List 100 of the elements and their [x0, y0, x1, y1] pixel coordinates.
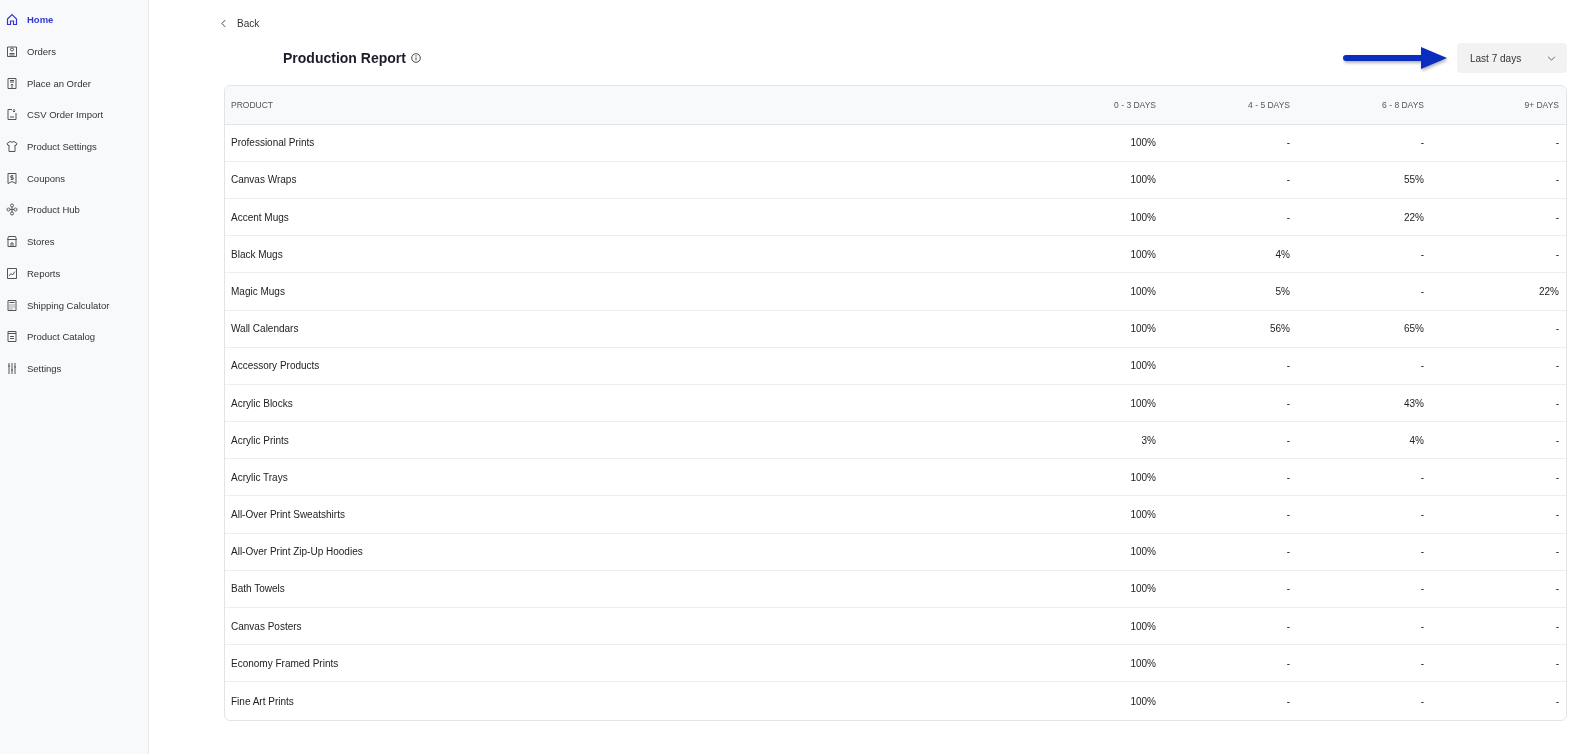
percentage-value: -	[1555, 434, 1559, 446]
date-range-dropdown[interactable]: Last 7 days	[1457, 43, 1567, 73]
percentage-value: -	[1555, 471, 1559, 483]
chevron-left-icon	[221, 18, 226, 28]
chart-icon	[6, 266, 18, 280]
chevron-down-icon	[1547, 55, 1556, 61]
percentage-value: -	[1286, 620, 1290, 632]
percentage-value: -	[1286, 471, 1290, 483]
percentage-value: 65%	[1404, 323, 1424, 335]
percentage-value: -	[1555, 546, 1559, 558]
percentage-value: -	[1420, 248, 1424, 260]
product-name: Professional Prints	[231, 137, 315, 149]
sidebar-item[interactable]: Orders	[0, 35, 148, 68]
sidebar-item[interactable]: CSV Order Import	[0, 99, 148, 131]
calculator-icon	[6, 298, 18, 312]
home-icon	[6, 13, 18, 27]
percentage-value: -	[1286, 211, 1290, 223]
column-header: 4 - 5 DAYS	[1248, 99, 1290, 110]
percentage-value: -	[1420, 620, 1424, 632]
percentage-value: -	[1555, 323, 1559, 335]
file-icon	[6, 108, 18, 122]
product-name: Accent Mugs	[231, 211, 289, 223]
sidebar-item[interactable]: Coupons	[0, 162, 148, 195]
product-name: Acrylic Prints	[231, 434, 289, 446]
percentage-value: 4%	[1409, 434, 1424, 446]
percentage-value: -	[1555, 137, 1559, 149]
percentage-value: 100%	[1130, 583, 1156, 595]
percentage-value: 3%	[1141, 434, 1156, 446]
column-header: PRODUCT	[231, 99, 274, 110]
percentage-value: -	[1555, 657, 1559, 669]
percentage-value: -	[1420, 695, 1424, 707]
percentage-value: -	[1286, 174, 1290, 186]
shirt-icon	[6, 140, 18, 154]
percentage-value: -	[1286, 546, 1290, 558]
product-name: Acrylic Blocks	[231, 397, 293, 409]
percentage-value: 100%	[1130, 360, 1156, 372]
receipt-icon	[6, 171, 18, 185]
sidebar-item[interactable]: Place an Order	[0, 67, 148, 100]
product-name: All-Over Print Zip-Up Hoodies	[231, 546, 363, 558]
percentage-value: 100%	[1130, 174, 1156, 186]
percentage-value: 100%	[1130, 471, 1156, 483]
percentage-value: 4%	[1275, 248, 1290, 260]
percentage-value: -	[1555, 509, 1559, 521]
sidebar-item[interactable]: Stores	[0, 225, 148, 258]
percentage-value: -	[1555, 360, 1559, 372]
percentage-value: 55%	[1404, 174, 1424, 186]
percentage-value: 22%	[1539, 285, 1559, 297]
clipboard-icon	[6, 45, 18, 59]
percentage-value: 43%	[1404, 397, 1424, 409]
info-icon	[410, 53, 421, 63]
percentage-value: -	[1286, 360, 1290, 372]
product-name: Magic Mugs	[231, 285, 285, 297]
percentage-value: 100%	[1130, 509, 1156, 521]
percentage-value: -	[1555, 620, 1559, 632]
percentage-value: -	[1286, 583, 1290, 595]
product-name: Economy Framed Prints	[231, 657, 339, 669]
sidebar-item[interactable]: Shipping Calculator	[0, 289, 148, 321]
percentage-value: -	[1555, 211, 1559, 223]
sidebar-item[interactable]: Home	[0, 4, 148, 36]
percentage-value: -	[1420, 583, 1424, 595]
sidebar-item[interactable]: Reports	[0, 257, 148, 290]
sidebar-item[interactable]: Settings	[0, 352, 148, 385]
percentage-value: -	[1286, 695, 1290, 707]
book-icon	[6, 330, 18, 344]
percentage-value: 100%	[1130, 323, 1156, 335]
sidebar-item[interactable]: Product Catalog	[0, 320, 148, 353]
percentage-value: 56%	[1270, 323, 1290, 335]
product-name: Fine Art Prints	[231, 695, 294, 707]
percentage-value: -	[1555, 248, 1559, 260]
product-name: Bath Towels	[231, 583, 285, 595]
document-icon	[6, 76, 18, 90]
percentage-value: -	[1286, 509, 1290, 521]
sliders-icon	[6, 361, 18, 375]
column-header: 9+ DAYS	[1524, 99, 1559, 110]
percentage-value: -	[1555, 174, 1559, 186]
sidebar-item[interactable]: Product Settings	[0, 130, 148, 163]
sidebar-item[interactable]: Product Hub	[0, 194, 148, 226]
percentage-value: -	[1420, 546, 1424, 558]
percentage-value: -	[1420, 360, 1424, 372]
percentage-value: -	[1286, 397, 1290, 409]
percentage-value: -	[1555, 695, 1559, 707]
column-header: 0 - 3 DAYS	[1114, 99, 1156, 110]
percentage-value: -	[1286, 434, 1290, 446]
product-name: All-Over Print Sweatshirts	[231, 509, 345, 521]
percentage-value: -	[1420, 471, 1424, 483]
back-link[interactable]: Back	[221, 15, 260, 31]
percentage-value: -	[1420, 657, 1424, 669]
percentage-value: -	[1286, 657, 1290, 669]
percentage-value: 100%	[1130, 137, 1156, 149]
percentage-value: 22%	[1404, 211, 1424, 223]
percentage-value: -	[1420, 137, 1424, 149]
percentage-value: 100%	[1130, 285, 1156, 297]
percentage-value: 100%	[1130, 695, 1156, 707]
arrow-icon	[1343, 46, 1449, 70]
product-name: Black Mugs	[231, 248, 283, 260]
product-name: Acrylic Trays	[231, 471, 288, 483]
percentage-value: 100%	[1130, 620, 1156, 632]
product-name: Wall Calendars	[231, 323, 299, 335]
percentage-value: 100%	[1130, 248, 1156, 260]
percentage-value: -	[1286, 137, 1290, 149]
